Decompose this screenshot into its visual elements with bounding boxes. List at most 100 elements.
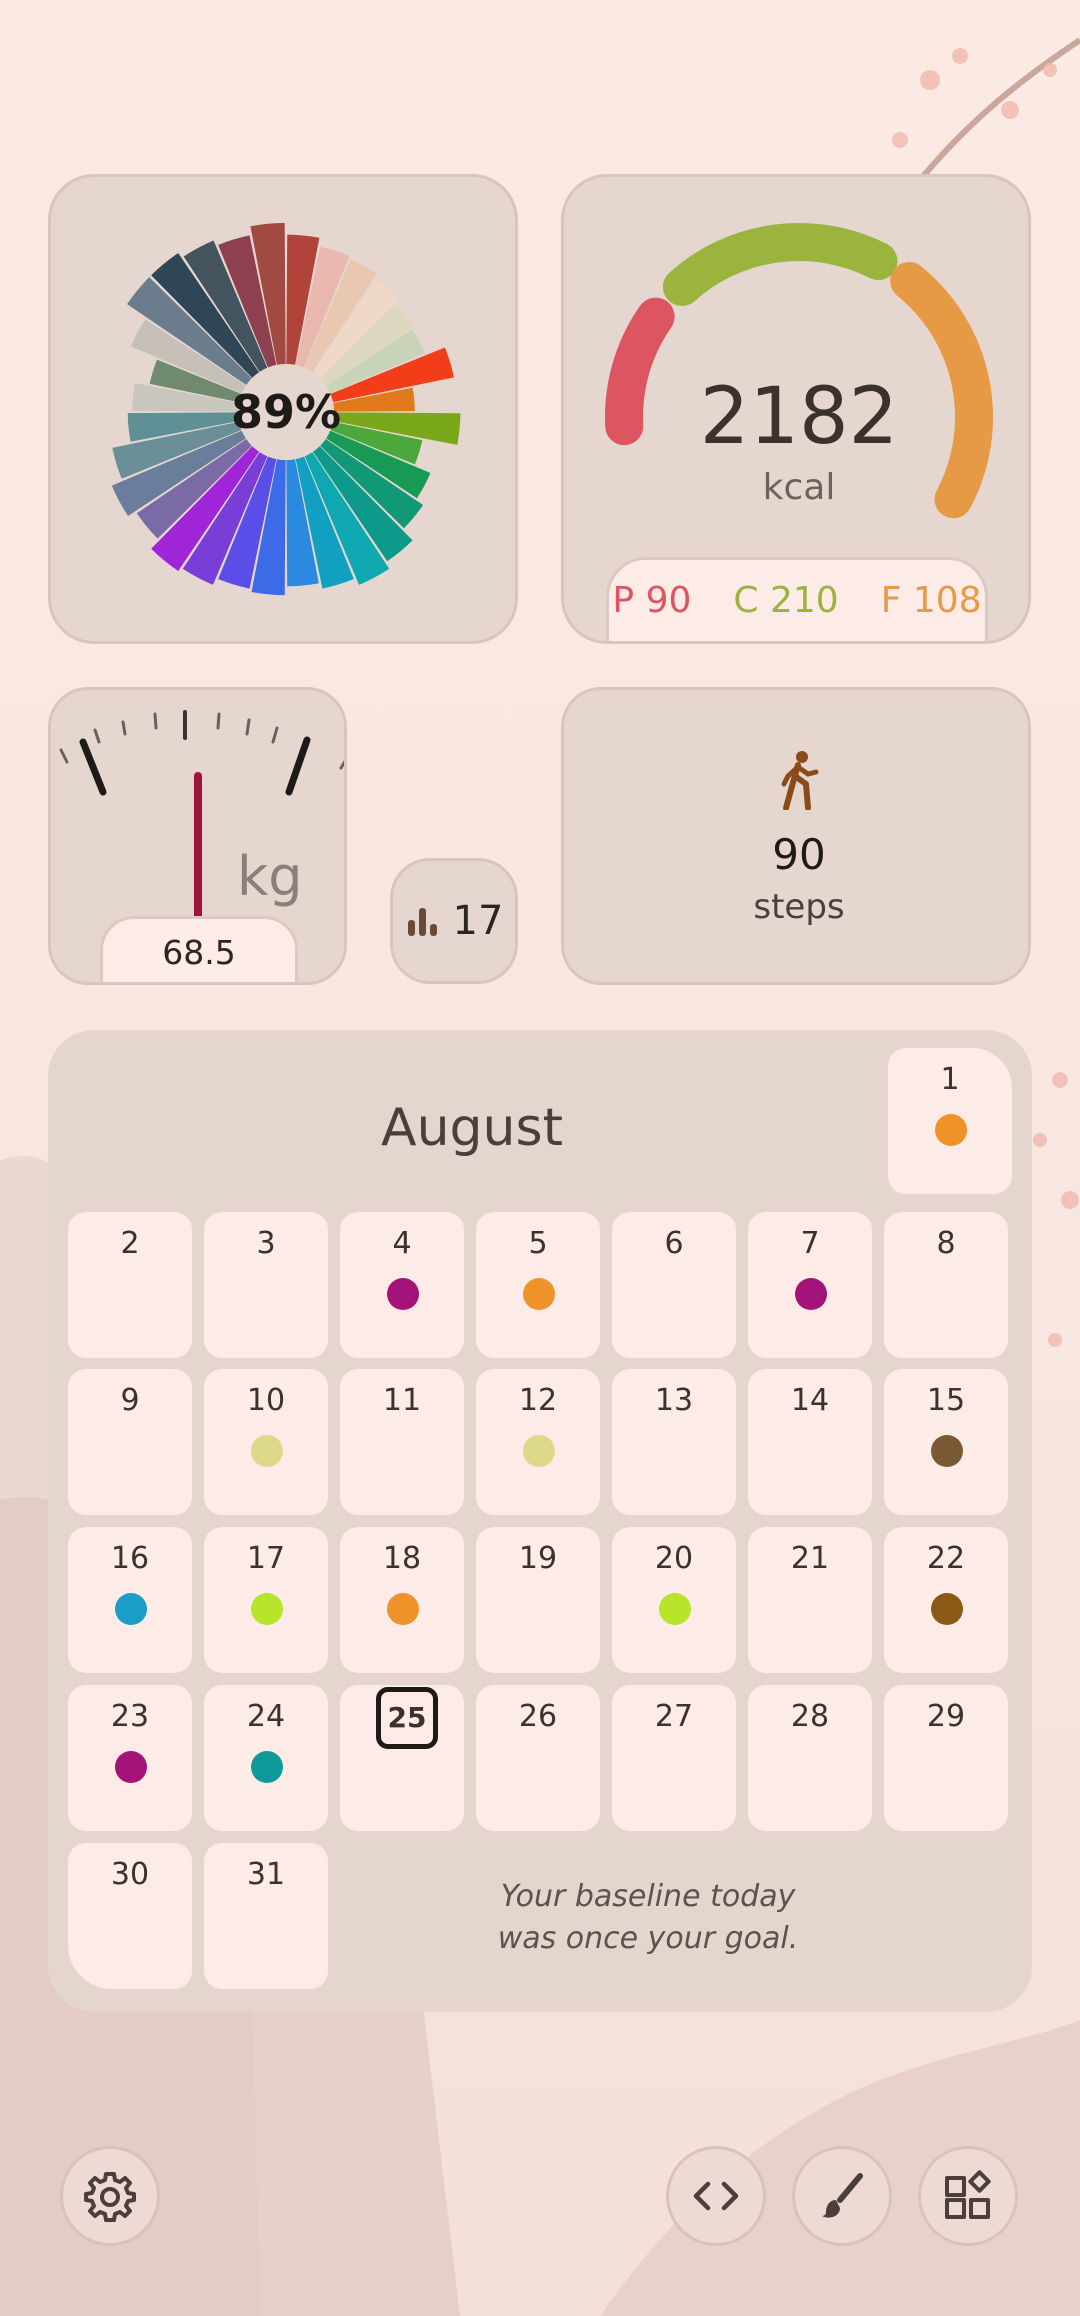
calendar-day[interactable]: 30 (68, 1843, 192, 1989)
calendar-day-number: 26 (518, 1699, 558, 1734)
calendar-day[interactable]: 27 (612, 1685, 736, 1831)
activity-dot (115, 1751, 147, 1783)
activity-dot (251, 1751, 283, 1783)
calendar-day[interactable]: 23 (68, 1685, 192, 1831)
calendar-day[interactable]: 26 (476, 1685, 600, 1831)
macro-summary: P 90 C 210 F 108 (606, 557, 988, 641)
calendar-day[interactable]: 24 (204, 1685, 328, 1831)
calendar-day[interactable]: 3 (204, 1212, 328, 1358)
settings-button[interactable] (60, 2146, 160, 2246)
calendar-today-number: 25 (376, 1687, 438, 1749)
calendar-day[interactable]: 1 (888, 1048, 1012, 1194)
calendar-day[interactable]: 18 (340, 1527, 464, 1673)
calendar-day-number: 14 (790, 1383, 830, 1418)
calendar-day[interactable]: 6 (612, 1212, 736, 1358)
stats-pill[interactable]: 17 (390, 858, 518, 984)
calendar-day-number: 10 (246, 1383, 286, 1418)
calendar-day-number: 1 (940, 1062, 960, 1097)
widgets-icon (945, 2170, 991, 2219)
calendar-day[interactable]: 16 (68, 1527, 192, 1673)
bar-chart-icon (407, 908, 437, 936)
fat-label: F 108 (880, 580, 982, 621)
calendar-day-number: 31 (246, 1857, 286, 1892)
calendar-day-number: 11 (382, 1383, 422, 1418)
calendar-day-number: 18 (382, 1541, 422, 1576)
motivational-quote: Your baseline today was once your goal. (448, 1876, 848, 1960)
gear-icon (84, 2172, 136, 2222)
calendar-day[interactable]: 28 (748, 1685, 872, 1831)
calendar-day-number: 17 (246, 1541, 286, 1576)
calendar-day[interactable]: 7 (748, 1212, 872, 1358)
activity-dot (115, 1593, 147, 1625)
calendar-day[interactable]: 2 (68, 1212, 192, 1358)
calendar-widget: August 1 2 3 4 5 6 7 8 9 10 11 12 13 14 15 16 17 18 19 20 21… (48, 1030, 1032, 2012)
activity-dot (523, 1278, 555, 1310)
activity-dot (523, 1435, 555, 1467)
calendar-day-number: 24 (246, 1699, 286, 1734)
calendar-day[interactable]: 25 (340, 1685, 464, 1831)
activity-dot (251, 1593, 283, 1625)
code-button[interactable] (666, 2146, 766, 2246)
steps-widget[interactable]: 90 steps (561, 687, 1031, 985)
calendar-day[interactable]: 13 (612, 1369, 736, 1515)
calendar-day[interactable]: 29 (884, 1685, 1008, 1831)
code-icon (693, 2181, 739, 2211)
calorie-widget[interactable]: 2182 kcal P 90 C 210 F 108 (561, 174, 1031, 644)
carbs-label: C 210 (733, 580, 839, 621)
activity-dot (931, 1593, 963, 1625)
calendar-day[interactable]: 21 (748, 1527, 872, 1673)
calendar-day-number: 4 (392, 1226, 412, 1261)
weight-value: 68.5 (100, 916, 298, 982)
calendar-day-number: 5 (528, 1226, 548, 1261)
calendar-day-number: 30 (110, 1857, 150, 1892)
calendar-day[interactable]: 9 (68, 1369, 192, 1515)
brush-icon (822, 2173, 863, 2218)
calendar-day[interactable]: 14 (748, 1369, 872, 1515)
calendar-day-number: 2 (120, 1226, 140, 1261)
calendar-day-number: 29 (926, 1699, 966, 1734)
calendar-day-number: 21 (790, 1541, 830, 1576)
theme-button[interactable] (792, 2146, 892, 2246)
progress-ring-widget[interactable]: 89% (48, 174, 518, 644)
progress-percent: 89% (230, 385, 342, 439)
calendar-day-number: 8 (936, 1226, 956, 1261)
calendar-month-title: August (381, 1098, 563, 1158)
calendar-day[interactable]: 20 (612, 1527, 736, 1673)
calendar-day-number: 22 (926, 1541, 966, 1576)
activity-dot (795, 1278, 827, 1310)
stats-value: 17 (452, 898, 504, 944)
weight-widget[interactable]: kg 68.5 (48, 687, 347, 985)
calendar-day-number: 23 (110, 1699, 150, 1734)
calendar-day-number: 9 (120, 1383, 140, 1418)
quote-line-2: was once your goal. (497, 1921, 799, 1956)
calendar-day[interactable]: 11 (340, 1369, 464, 1515)
protein-label: P 90 (612, 580, 692, 621)
calendar-day[interactable]: 15 (884, 1369, 1008, 1515)
activity-dot (387, 1278, 419, 1310)
calendar-day[interactable]: 22 (884, 1527, 1008, 1673)
calendar-day[interactable]: 10 (204, 1369, 328, 1515)
calorie-value: 2182 (699, 372, 899, 462)
calorie-unit: kcal (762, 467, 836, 508)
calendar-day-number: 13 (654, 1383, 694, 1418)
calendar-day-number: 3 (256, 1226, 276, 1261)
calendar-day-number: 12 (518, 1383, 558, 1418)
widgets-button[interactable] (918, 2146, 1018, 2246)
calendar-day[interactable]: 31 (204, 1843, 328, 1989)
calendar-day[interactable]: 17 (204, 1527, 328, 1673)
calendar-day[interactable]: 12 (476, 1369, 600, 1515)
carbs-arc (662, 223, 898, 306)
activity-dot (251, 1435, 283, 1467)
calendar-day-number: 15 (926, 1383, 966, 1418)
activity-dot (931, 1435, 963, 1467)
steps-count: 90 (772, 830, 826, 879)
calendar-day[interactable]: 4 (340, 1212, 464, 1358)
calendar-day-number: 20 (654, 1541, 694, 1576)
steps-label: steps (753, 887, 845, 927)
calendar-day-number: 19 (518, 1541, 558, 1576)
weight-unit: kg (237, 845, 303, 908)
calendar-day[interactable]: 5 (476, 1212, 600, 1358)
calendar-day[interactable]: 19 (476, 1527, 600, 1673)
calendar-day[interactable]: 8 (884, 1212, 1008, 1358)
calendar-day-number: 6 (664, 1226, 684, 1261)
